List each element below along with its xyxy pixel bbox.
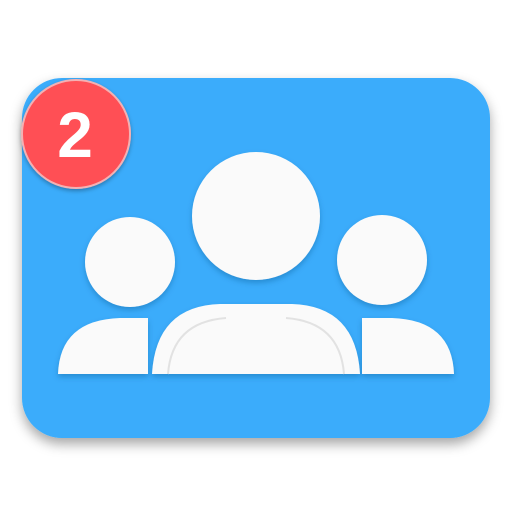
notification-badge[interactable]: 2 [21,79,131,189]
person-right-head [337,215,427,305]
person-center-body [152,304,360,374]
badge-count: 2 [57,99,93,171]
person-left-head [85,217,175,307]
app-icon[interactable]: 2 [0,0,512,512]
person-center-head [192,152,320,280]
app-icon-stage: 2 [0,0,512,512]
